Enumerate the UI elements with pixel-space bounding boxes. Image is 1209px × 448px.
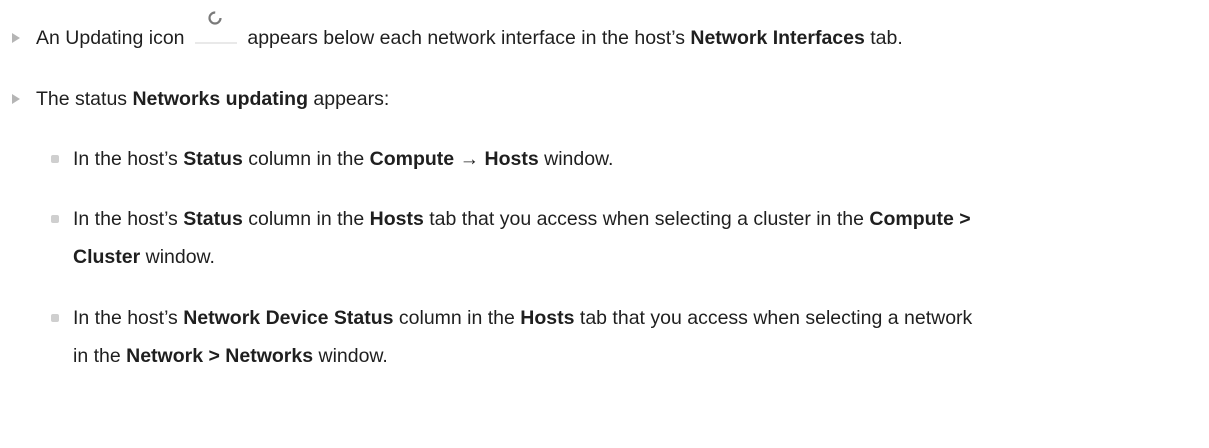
sub-list-item: In the host’s Status column in the Hosts… (0, 200, 1209, 276)
square-bullet-icon (51, 155, 59, 163)
triangle-bullet-icon (12, 94, 20, 104)
square-bullet-icon (51, 314, 59, 322)
sub-list-item: In the host’s Status column in the Compu… (0, 140, 1209, 178)
list-item-text: An Updating icon appears below each netw… (36, 11, 903, 57)
list-item: The status Networks updating appears: (0, 80, 1209, 118)
sub-list-item-line-1: In the host’s Network Device Status colu… (73, 307, 973, 329)
sub-list-item: In the host’s Network Device Status colu… (0, 299, 1209, 375)
list-item: An Updating icon appears below each netw… (0, 11, 1209, 57)
triangle-bullet-icon (12, 33, 20, 43)
sub-list-item-line-2: in the Network > Networks window. (73, 345, 388, 367)
sub-list-item-line-2: Cluster window. (73, 246, 215, 268)
square-bullet-icon (51, 215, 59, 223)
sub-list-item-text: In the host’s Status column in the Compu… (73, 148, 614, 170)
sub-list-item-line-1: In the host’s Status column in the Hosts… (73, 208, 971, 230)
updating-icon (192, 11, 240, 50)
list-item-text: The status Networks updating appears: (36, 88, 390, 110)
